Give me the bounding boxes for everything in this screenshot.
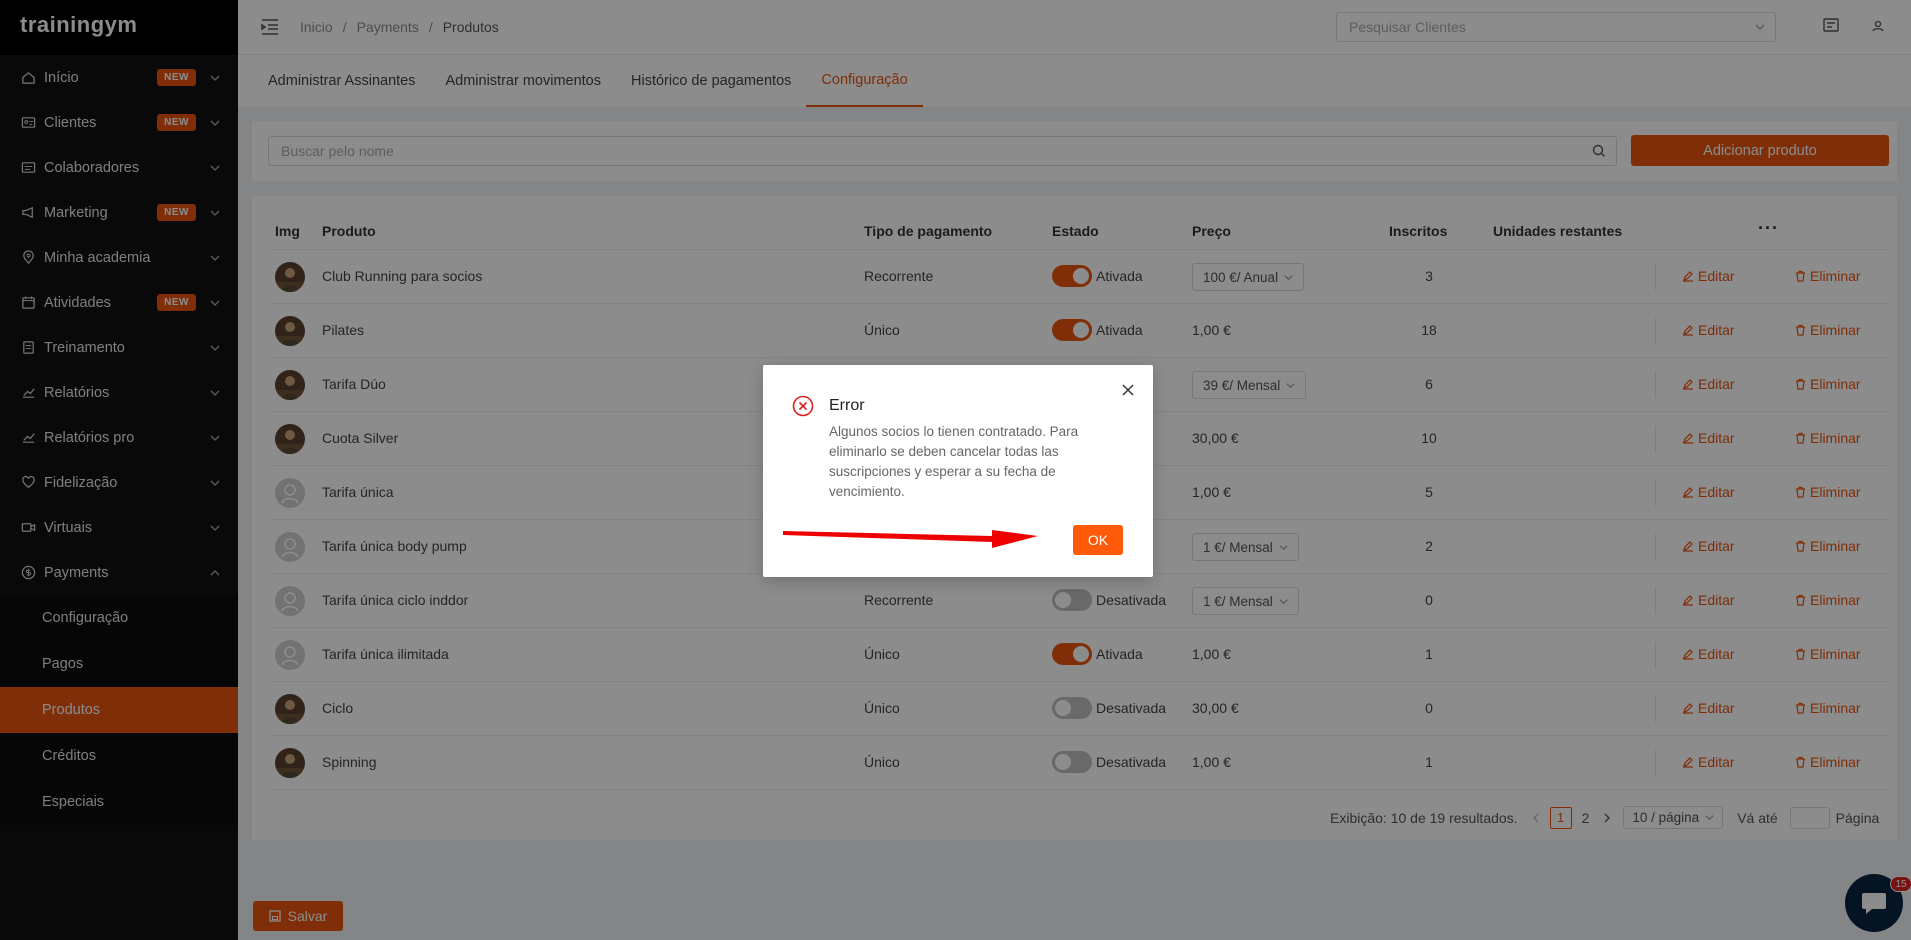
modal-message: Algunos socios lo tienen contratado. Par… — [829, 424, 1079, 499]
ok-button[interactable]: OK — [1073, 525, 1123, 555]
modal-title: Error — [829, 397, 865, 414]
red-arrow-annotation-icon — [783, 530, 1038, 548]
close-icon[interactable] — [1121, 383, 1135, 397]
error-icon — [792, 395, 814, 417]
